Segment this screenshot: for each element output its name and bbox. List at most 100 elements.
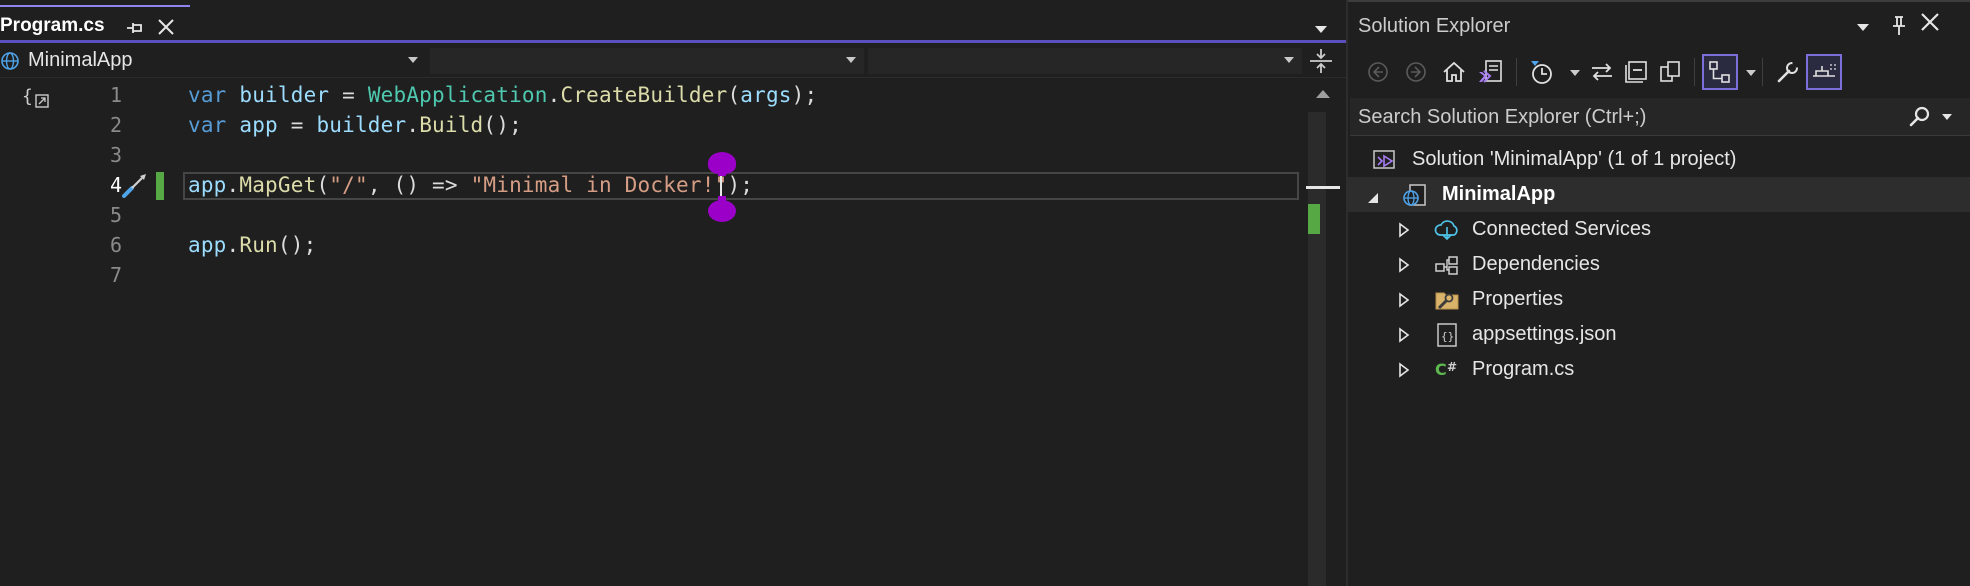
svg-text:#: # [1447,360,1457,374]
svg-text:{}: {} [1441,330,1454,343]
type-dropdown[interactable] [430,48,864,74]
vertical-scrollbar[interactable] [1304,80,1346,586]
tree-item-properties[interactable]: Properties [1348,282,1970,317]
tree-item-project[interactable]: MinimalApp [1348,177,1970,212]
collapsed-arrow-icon[interactable] [1398,327,1410,349]
collapsed-arrow-icon[interactable] [1398,222,1410,244]
code-editor-pane: Program.cs MinimalApp {1 var builder = … [0,0,1346,586]
project-dropdown[interactable]: MinimalApp [0,48,426,74]
tab-overflow-dropdown-icon[interactable] [1313,18,1329,33]
csharp-file-icon: C # [1434,357,1460,383]
close-icon[interactable] [1918,10,1942,40]
tree-item-appsettings-json[interactable]: {} appsettings.json [1348,317,1970,352]
scrollbar-track[interactable] [1308,112,1326,586]
properties-folder-icon [1434,287,1460,313]
close-icon[interactable] [155,16,177,38]
search-input[interactable] [1350,98,1890,136]
solution-explorer-panel: Solution Explorer Search Solution Explor… [1346,0,1970,586]
code-line-current: 4 app.MapGet("/", () => "Minimal in Dock… [0,170,1304,200]
code-line: 6 app.Run(); [0,230,1304,260]
code-line-text: var builder = WebApplication.CreateBuild… [188,83,818,107]
tab-program-cs[interactable]: Program.cs [0,5,190,42]
navigation-bar: MinimalApp [0,44,1346,78]
scroll-up-icon[interactable] [1316,90,1330,98]
line-number: 6 [109,233,122,257]
chevron-down-icon [408,57,418,63]
tree-item-label: Dependencies [1472,253,1600,275]
collapse-all-icon[interactable] [1618,54,1654,90]
tree-item-program-cs[interactable]: C # Program.cs [1348,352,1970,387]
json-file-icon: {} [1434,322,1460,348]
tree-item-dependencies[interactable]: Dependencies [1348,247,1970,282]
line-number: 3 [109,143,122,167]
connected-services-icon [1434,217,1460,243]
pending-changes-filter-icon[interactable] [1524,54,1560,90]
line-number: 5 [109,203,122,227]
code-line-text: app.Run(); [188,233,317,257]
solution-explorer-header: Solution Explorer [1348,0,1970,48]
line-number: 7 [109,263,122,287]
pin-icon[interactable] [124,17,146,39]
toolbar-separator [1516,58,1517,86]
search-icon[interactable] [1908,105,1932,129]
search-options-icon[interactable] [1942,114,1952,120]
tab-accent-line [0,40,1346,43]
auto-hide-pin-icon[interactable] [1888,14,1910,38]
tree-item-solution[interactable]: Solution 'MinimalApp' (1 of 1 project) [1348,142,1970,177]
dependencies-icon [1434,252,1460,278]
preview-selected-items-icon[interactable] [1702,54,1738,90]
solution-icon [1372,147,1398,173]
tab-title: Program.cs [0,15,105,36]
tree-item-label: Program.cs [1472,358,1575,380]
scrollbar-change-mark [1308,204,1320,234]
code-line: 5 [0,200,1304,230]
chevron-down-icon [846,57,856,63]
chevron-down-icon [1284,57,1294,63]
toolbar-separator [1694,58,1695,86]
properties-wrench-icon[interactable] [1770,54,1806,90]
line-number: 2 [109,113,122,137]
pin-tab-icon[interactable] [1806,54,1842,90]
forward-icon[interactable] [1398,54,1434,90]
window-position-menu-icon[interactable] [1857,24,1869,31]
scrollbar-caret-mark [1306,186,1340,189]
collapsed-arrow-icon[interactable] [1398,362,1410,384]
selection-handle-stem [718,196,726,204]
tree-item-label: Connected Services [1472,218,1651,240]
expanded-arrow-icon[interactable] [1366,189,1380,211]
collapsed-arrow-icon[interactable] [1398,257,1410,279]
code-line-text: app.MapGet("/", () => "Minimal in Docker… [188,173,754,197]
web-project-icon [0,51,20,71]
chevron-down-icon[interactable] [1746,70,1756,76]
code-area[interactable]: { 1 var builder = WebApplication.CreateB… [0,80,1304,586]
home-icon[interactable] [1436,54,1472,90]
line-number: 1 [109,83,122,107]
code-line-text: var app = builder.Build(); [188,113,522,137]
solution-explorer-search[interactable] [1350,98,1970,136]
tree-item-label: Properties [1472,288,1564,310]
code-line: 3 [0,140,1304,170]
code-line: 7 [0,260,1304,290]
back-icon[interactable] [1360,54,1396,90]
sync-with-document-icon[interactable] [1584,54,1620,90]
split-window-icon[interactable] [1306,46,1336,76]
tree-item-label: Solution 'MinimalApp' (1 of 1 project) [1412,148,1737,170]
solution-tree: Solution 'MinimalApp' (1 of 1 project) M… [1348,142,1970,586]
code-line: 2 var app = builder.Build(); [0,110,1304,140]
web-project-icon [1402,182,1428,208]
member-dropdown[interactable] [868,48,1302,74]
project-dropdown-label: MinimalApp [28,49,133,71]
toolbar-separator [1762,58,1763,86]
svg-text:C: C [1435,360,1447,379]
solution-explorer-toolbar [1348,48,1970,96]
switch-views-icon[interactable] [1472,54,1508,90]
panel-title: Solution Explorer [1358,15,1511,37]
selection-handle-stem [718,168,726,176]
collapsed-arrow-icon[interactable] [1398,292,1410,314]
show-all-files-icon[interactable] [1652,54,1688,90]
tree-item-connected-services[interactable]: Connected Services [1348,212,1970,247]
code-line: 1 var builder = WebApplication.CreateBui… [0,80,1304,110]
document-tab-strip: Program.cs [0,0,1346,43]
chevron-down-icon[interactable] [1570,70,1580,76]
tree-item-label: MinimalApp [1442,183,1556,205]
